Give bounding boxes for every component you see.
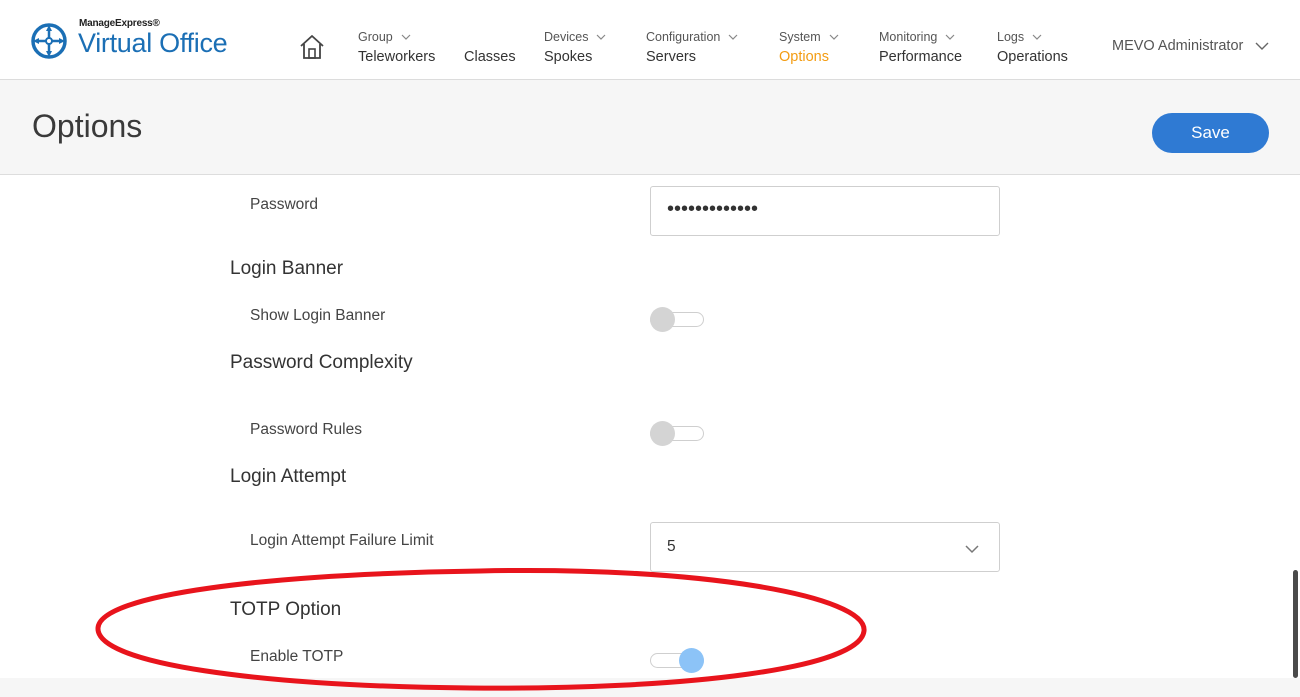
nav-category-monitoring[interactable]: Monitoring — [879, 30, 955, 44]
user-name: MEVO Administrator — [1112, 38, 1244, 54]
options-form: Password ••••••••••••• Login Banner Show… — [0, 176, 1300, 697]
password-complexity-heading: Password Complexity — [230, 352, 413, 373]
virtual-office-logo[interactable]: ManageExpress® Virtual Office — [30, 18, 240, 66]
show-login-banner-label: Show Login Banner — [250, 307, 386, 324]
vertical-scrollbar[interactable] — [1293, 570, 1298, 678]
nav-category-devices[interactable]: Devices — [544, 30, 606, 44]
save-button[interactable]: Save — [1152, 113, 1269, 153]
chevron-down-icon — [1255, 38, 1269, 54]
toggle-knob — [650, 307, 675, 332]
show-login-banner-toggle[interactable] — [650, 306, 706, 332]
nav-category-group[interactable]: Group — [358, 30, 411, 44]
password-label: Password — [250, 196, 319, 213]
chevron-down-icon — [965, 541, 979, 559]
compass-logo-icon — [31, 23, 67, 59]
nav-item-spokes[interactable]: Spokes — [544, 49, 592, 65]
failure-limit-label: Login Attempt Failure Limit — [250, 532, 434, 549]
page-header: Options Save — [0, 80, 1300, 175]
chevron-down-icon — [728, 30, 738, 44]
chevron-down-icon — [1032, 30, 1042, 44]
chevron-down-icon — [401, 30, 411, 44]
login-banner-heading: Login Banner — [230, 258, 344, 279]
password-rules-toggle[interactable] — [650, 420, 706, 446]
nav-category-system[interactable]: System — [779, 30, 839, 44]
login-attempt-heading: Login Attempt — [230, 466, 347, 487]
nav-category-logs[interactable]: Logs — [997, 30, 1042, 44]
password-rules-label: Password Rules — [250, 421, 362, 438]
failure-limit-select[interactable]: 5 — [650, 522, 1000, 572]
top-navigation-bar: ManageExpress® Virtual Office Group Tele… — [0, 0, 1300, 80]
toggle-knob — [650, 421, 675, 446]
password-field[interactable]: ••••••••••••• — [650, 186, 1000, 236]
page-title: Options — [32, 108, 143, 144]
nav-category-configuration[interactable]: Configuration — [646, 30, 738, 44]
chevron-down-icon — [945, 30, 955, 44]
logo-brand-name: Virtual Office — [78, 28, 228, 58]
page-footer-strip — [0, 678, 1300, 697]
failure-limit-value: 5 — [667, 538, 676, 555]
enable-totp-label: Enable TOTP — [250, 648, 344, 665]
nav-item-operations[interactable]: Operations — [997, 49, 1068, 65]
nav-item-servers[interactable]: Servers — [646, 49, 696, 65]
enable-totp-toggle[interactable] — [650, 647, 706, 673]
toggle-knob — [679, 648, 704, 673]
nav-item-options[interactable]: Options — [779, 49, 829, 65]
user-menu[interactable]: MEVO Administrator — [1112, 38, 1269, 54]
chevron-down-icon — [596, 30, 606, 44]
chevron-down-icon — [829, 30, 839, 44]
nav-item-classes[interactable]: Classes — [464, 49, 516, 65]
nav-item-teleworkers[interactable]: Teleworkers — [358, 49, 435, 65]
totp-option-heading: TOTP Option — [230, 599, 342, 620]
home-icon[interactable] — [298, 33, 326, 61]
password-value: ••••••••••••• — [667, 198, 759, 220]
nav-item-performance[interactable]: Performance — [879, 49, 962, 65]
